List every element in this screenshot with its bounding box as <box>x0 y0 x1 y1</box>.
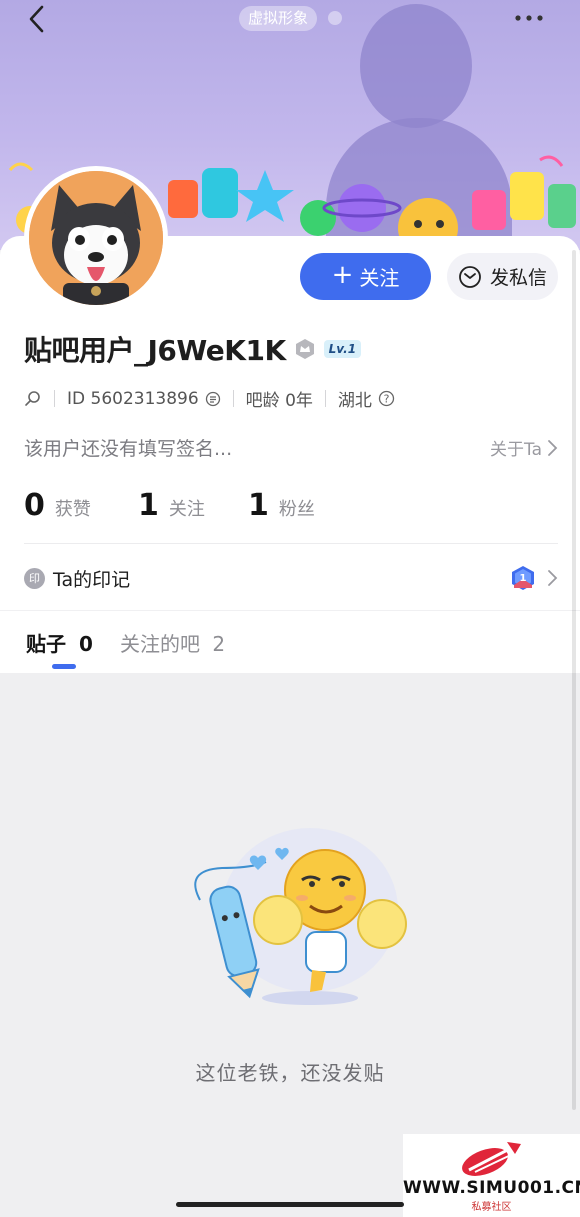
chevron-right-icon <box>548 570 558 586</box>
imprint-row[interactable]: 印 Ta的印记 1 <box>24 560 558 596</box>
help-icon[interactable]: ? <box>378 390 395 407</box>
medal-number: 1 <box>520 573 527 584</box>
virtual-avatar-dot <box>328 11 342 25</box>
follow-button-label: 关注 <box>359 266 400 290</box>
avatar[interactable] <box>24 166 168 310</box>
more-dots-icon[interactable] <box>510 8 548 28</box>
signature-row: 该用户还没有填写签名... 关于Ta <box>24 434 558 461</box>
imprint-label: Ta的印记 <box>53 568 131 591</box>
meta-separator <box>324 390 326 407</box>
imprint-right: 1 <box>510 565 558 591</box>
active-tab-indicator <box>52 664 76 669</box>
search-icon <box>25 390 40 406</box>
virtual-avatar-label[interactable]: 虚拟形象 <box>239 6 318 31</box>
chevron-left-icon[interactable] <box>22 4 52 34</box>
meta-separator <box>54 390 55 407</box>
stat-label: 获赞 <box>54 499 91 520</box>
profile-meta-row: ID 5602313896 吧龄 0年 湖北 ? <box>24 386 395 411</box>
signature: 该用户还没有填写签名... <box>24 438 233 460</box>
medal-badge-icon: 1 <box>512 566 534 590</box>
tab-label: 关注的吧 <box>120 632 200 656</box>
location: 湖北 <box>337 391 372 411</box>
username-row: 贴吧用户_J6WeK1K Lv.1 <box>24 329 362 369</box>
imprint-icon: 印 <box>24 567 45 589</box>
copy-icon[interactable] <box>205 391 221 407</box>
crown-badge-icon <box>295 339 314 359</box>
watermark: WWW.SIMU001.CN 私募社区 <box>403 1134 580 1217</box>
level-badge: Lv.1 <box>323 340 362 358</box>
divider <box>0 610 580 611</box>
divider <box>24 543 558 544</box>
stat-value: 0 <box>24 488 45 523</box>
stat-value: 1 <box>138 488 159 523</box>
about-link-label: 关于Ta <box>490 440 542 460</box>
message-icon <box>459 265 481 288</box>
watermark-logo <box>462 1142 521 1176</box>
stat-fans[interactable]: 1 粉丝 <box>248 488 315 523</box>
watermark-text: WWW.SIMU001.CN <box>403 1178 580 1198</box>
stat-following[interactable]: 1 关注 <box>138 488 248 523</box>
user-id: ID 5602313896 <box>67 388 199 409</box>
empty-state-text: 这位老铁，还没发贴 <box>195 1061 385 1085</box>
stats-row: 0 获赞 1 关注 1 粉丝 <box>24 488 315 523</box>
stat-label: 关注 <box>168 499 205 520</box>
svg-text:?: ? <box>383 393 389 406</box>
imprint-left: 印 Ta的印记 <box>24 565 130 592</box>
avatar-silhouette-head <box>360 4 472 128</box>
stat-value: 1 <box>248 488 269 523</box>
tab-posts[interactable]: 贴子 0 <box>26 628 93 657</box>
tab-label: 贴子 <box>26 632 66 656</box>
tab-followed-bars[interactable]: 关注的吧 2 <box>120 628 225 657</box>
chevron-right-icon <box>548 439 558 456</box>
meta-separator <box>232 390 234 407</box>
send-message-label: 发私信 <box>489 267 547 289</box>
scrollbar[interactable] <box>572 250 576 1110</box>
send-message-button[interactable]: 发私信 <box>447 253 558 300</box>
husky-avatar-image <box>29 171 163 305</box>
tab-count: 0 <box>78 632 93 656</box>
stat-likes[interactable]: 0 获赞 <box>24 488 138 523</box>
follow-button[interactable]: + 关注 <box>300 253 431 300</box>
plus-icon: + <box>331 260 354 290</box>
about-link[interactable]: 关于Ta <box>490 435 558 460</box>
username: 贴吧用户_J6WeK1K <box>24 334 286 367</box>
tab-count: 2 <box>212 632 226 656</box>
stat-label: 粉丝 <box>278 499 315 520</box>
home-indicator[interactable] <box>176 1202 404 1207</box>
bar-age: 吧龄 0年 <box>245 391 313 411</box>
cheerleader-emoji-illustration <box>194 828 407 1005</box>
watermark-subtext: 私募社区 <box>471 1202 512 1213</box>
